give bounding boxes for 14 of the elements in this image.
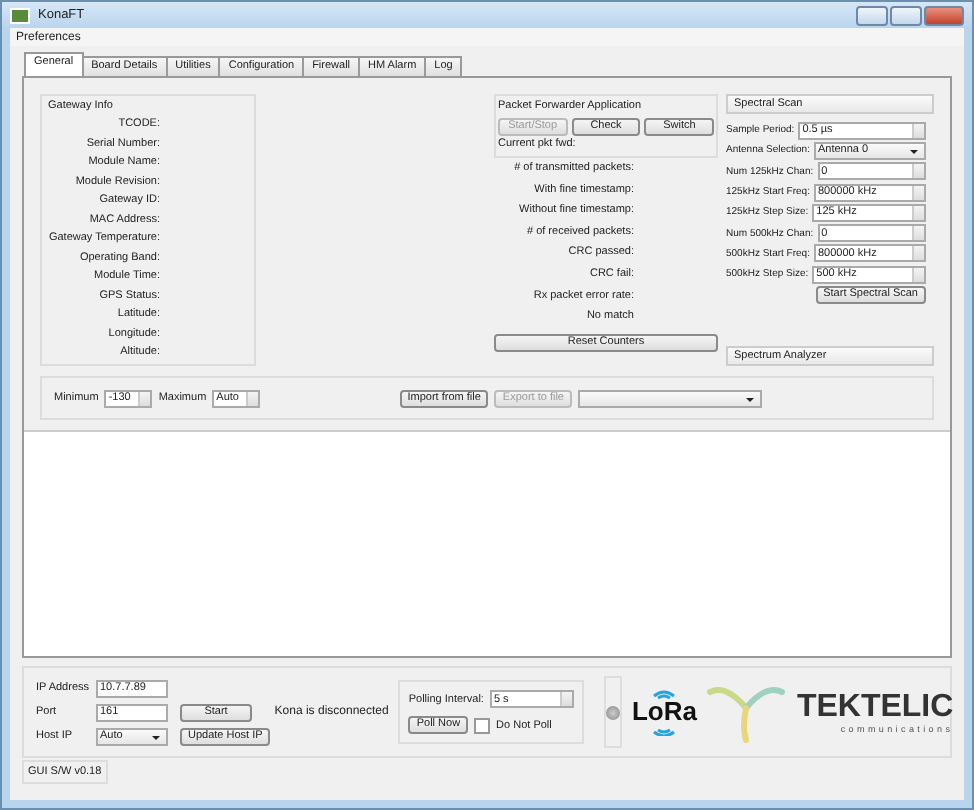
lora-logo: LoRa xyxy=(631,700,697,724)
caret-icon xyxy=(152,735,160,739)
company-logo: TEKTELIC xyxy=(796,691,954,723)
status-led-icon xyxy=(605,705,620,719)
checkbox[interactable] xyxy=(474,717,491,733)
maximize-button[interactable] xyxy=(890,5,922,25)
caret-icon xyxy=(746,397,754,401)
dropdown[interactable] xyxy=(578,389,762,407)
signal-icon xyxy=(650,724,679,736)
close-button[interactable] xyxy=(924,5,964,25)
signal-icon xyxy=(650,688,679,700)
app-icon xyxy=(10,7,30,23)
minimize-button[interactable] xyxy=(856,5,888,25)
caret-icon xyxy=(910,149,918,154)
